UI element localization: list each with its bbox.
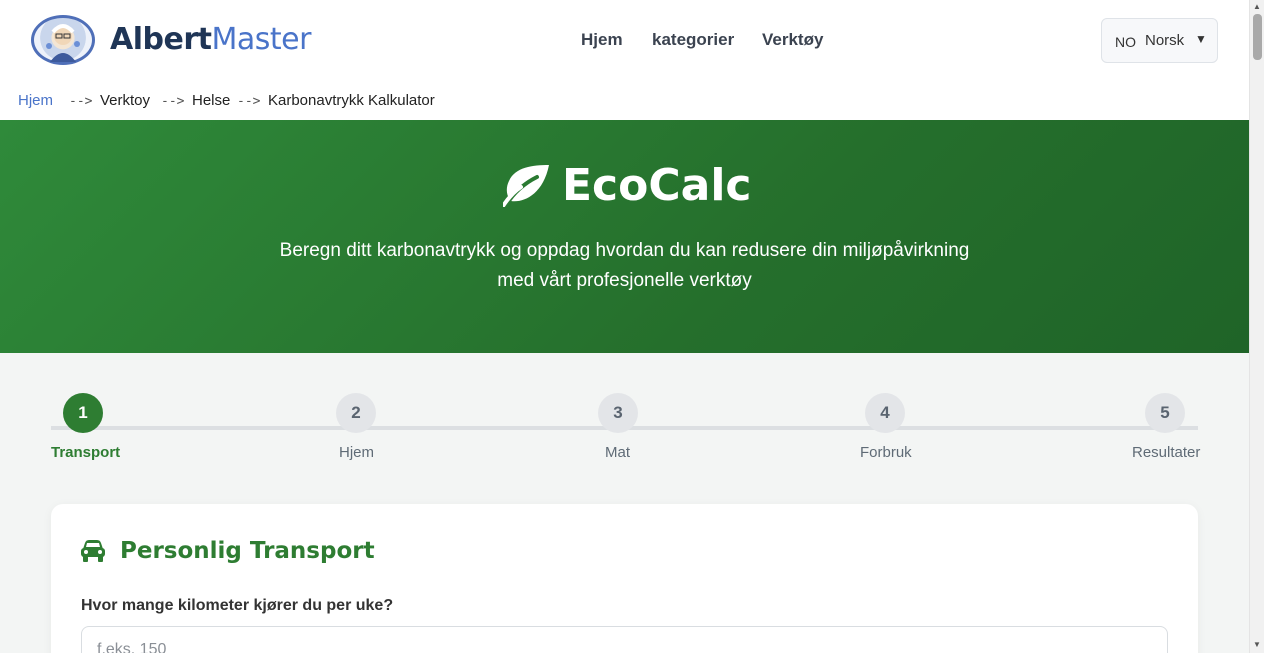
breadcrumb-helse[interactable]: Helse (192, 92, 230, 109)
scroll-down-icon[interactable]: ▼ (1253, 640, 1261, 649)
hero-subtitle-line-1: Beregn ditt karbonavtrykk og oppdag hvor… (279, 240, 970, 261)
nav-link-hjem[interactable]: Hjem (581, 30, 623, 50)
breadcrumb-verktoy[interactable]: Verktoy (100, 92, 150, 109)
step-1-circle[interactable]: 1 (63, 393, 103, 433)
breadcrumb-hjem[interactable]: Hjem (18, 92, 53, 109)
hero-title: EcoCalc (562, 160, 752, 211)
site-header: AlbertMaster Hjem kategorier Verktøy NO … (0, 0, 1249, 80)
leaf-icon (503, 165, 549, 207)
breadcrumb-separator: --> (237, 94, 261, 109)
card-title: Personlig Transport (120, 538, 375, 564)
km-per-week-input[interactable] (81, 626, 1168, 653)
chevron-down-icon: ▼ (1195, 32, 1207, 46)
nav-link-verktoy[interactable]: Verktøy (762, 30, 823, 50)
step-3-label: Mat (605, 444, 631, 461)
nav-link-kategorier[interactable]: kategorier (652, 30, 734, 50)
transport-card: Personlig Transport Hvor mange kilometer… (51, 504, 1198, 653)
step-5-label: Resultater (1132, 444, 1201, 461)
step-4-circle[interactable]: 4 (865, 393, 905, 433)
brand-part-1: Albert (110, 22, 212, 57)
step-2-circle[interactable]: 2 (336, 393, 376, 433)
breadcrumb: Hjem --> Verktoy --> Helse --> Karbonavt… (0, 80, 1249, 120)
language-code: NO (1115, 34, 1136, 50)
brand-name[interactable]: AlbertMaster (110, 22, 311, 57)
step-2-label: Hjem (339, 444, 375, 461)
logo-avatar[interactable] (31, 15, 95, 65)
breadcrumb-separator: --> (161, 94, 185, 109)
step-1-label: Transport (51, 444, 121, 461)
hero-subtitle-line-2: med vårt profesjonelle verktøy (497, 270, 752, 291)
step-4-label: Forbruk (860, 444, 912, 461)
step-3-circle[interactable]: 3 (598, 393, 638, 433)
brand-part-2: Master (211, 22, 311, 57)
scroll-up-icon[interactable]: ▲ (1253, 2, 1261, 11)
step-5-circle[interactable]: 5 (1145, 393, 1185, 433)
language-name: Norsk (1145, 32, 1185, 49)
car-icon (81, 540, 105, 562)
km-question-label: Hvor mange kilometer kjører du per uke? (81, 597, 394, 614)
scrollbar-thumb[interactable] (1253, 14, 1262, 60)
hero-title-row: EcoCalc (0, 158, 1249, 218)
language-select[interactable]: NO Norsk ▼ (1101, 18, 1218, 63)
logo-icon (46, 24, 80, 62)
hero-banner: EcoCalc Beregn ditt karbonavtrykk og opp… (0, 120, 1249, 353)
page-scrollbar[interactable]: ▲ ▼ (1249, 0, 1264, 653)
breadcrumb-separator: --> (69, 94, 93, 109)
breadcrumb-current: Karbonavtrykk Kalkulator (268, 92, 435, 109)
